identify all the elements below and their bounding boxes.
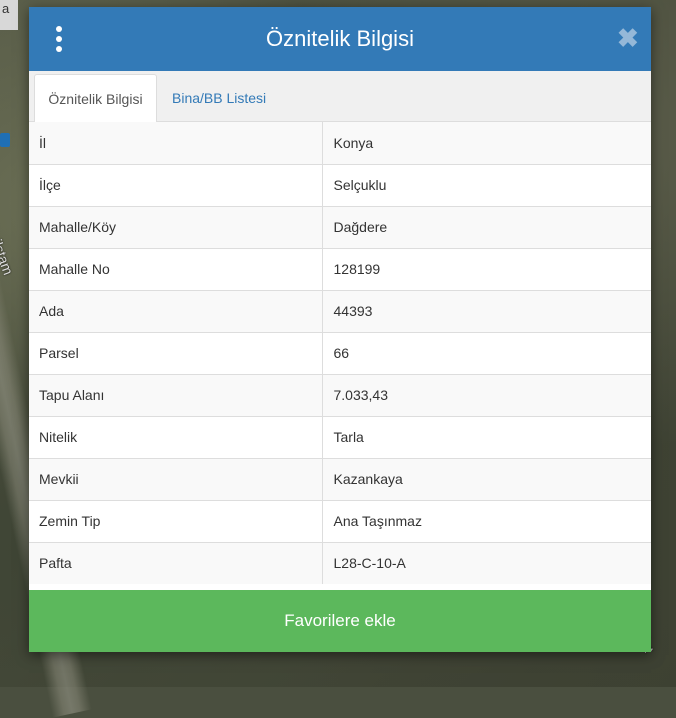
- row-value: 128199: [322, 247, 651, 290]
- row-value: 66: [322, 331, 651, 374]
- add-to-favorites-button[interactable]: Favorilere ekle: [29, 590, 651, 652]
- table-row: İl Konya: [29, 122, 651, 164]
- row-value: Dağdere: [322, 205, 651, 248]
- table-row: Mevkii Kazankaya: [29, 457, 651, 500]
- row-key: Nitelik: [29, 415, 323, 458]
- close-icon[interactable]: ✖: [617, 24, 639, 52]
- row-value: 44393: [322, 289, 651, 332]
- row-key: Parsel: [29, 331, 323, 374]
- tab-building-list[interactable]: Bina/BB Listesi: [162, 74, 276, 123]
- modal-header: Öznitelik Bilgisi ✖: [29, 7, 651, 71]
- map-marker-icon[interactable]: [0, 133, 10, 147]
- row-key: Mahalle/Köy: [29, 205, 323, 248]
- row-key: Mahalle No: [29, 247, 323, 290]
- row-value: 7.033,43: [322, 373, 651, 416]
- table-row: Zemin Tip Ana Taşınmaz: [29, 499, 651, 542]
- map-corner-text: a: [2, 1, 10, 16]
- table-row: Nitelik Tarla: [29, 415, 651, 458]
- row-key: Zemin Tip: [29, 499, 323, 542]
- row-value: Selçuklu: [322, 163, 651, 206]
- row-value: Konya: [322, 122, 651, 164]
- row-key: Ada: [29, 289, 323, 332]
- row-key: İlçe: [29, 163, 323, 206]
- row-value: Kazankaya: [322, 457, 651, 500]
- table-row: Ada 44393: [29, 289, 651, 332]
- table-row: Mahalle No 128199: [29, 247, 651, 290]
- table-row: Tapu Alanı 7.033,43: [29, 373, 651, 416]
- attribute-table: İl Konya İlçe Selçuklu Mahalle/Köy Dağde…: [29, 122, 651, 584]
- attribute-info-modal: Öznitelik Bilgisi ✖ Öznitelik Bilgisi Bi…: [29, 7, 651, 652]
- row-key: İl: [29, 122, 323, 164]
- row-key: Pafta: [29, 541, 323, 584]
- table-row: İlçe Selçuklu: [29, 163, 651, 206]
- modal-title: Öznitelik Bilgisi: [266, 26, 414, 51]
- row-value: Tarla: [322, 415, 651, 458]
- row-value: L28-C-10-A: [322, 541, 651, 584]
- tab-attribute-info[interactable]: Öznitelik Bilgisi: [34, 74, 157, 123]
- row-key: Tapu Alanı: [29, 373, 323, 416]
- row-key: Mevkii: [29, 457, 323, 500]
- table-row: Mahalle/Köy Dağdere: [29, 205, 651, 248]
- table-row: Parsel 66: [29, 331, 651, 374]
- row-value: Ana Taşınmaz: [322, 499, 651, 542]
- table-row: Pafta L28-C-10-A: [29, 541, 651, 584]
- map-corner-control[interactable]: a: [0, 0, 18, 30]
- tab-bar: Öznitelik Bilgisi Bina/BB Listesi: [29, 71, 651, 123]
